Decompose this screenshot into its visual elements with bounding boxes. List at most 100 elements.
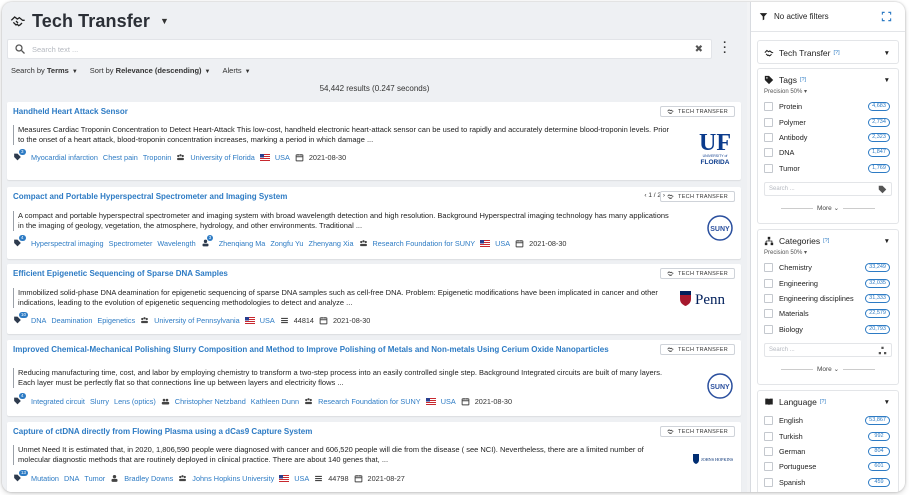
chevron-down-icon[interactable]: ▼ — [884, 77, 890, 84]
organization-link[interactable]: Research Foundation for SUNY — [318, 397, 421, 406]
facet-item[interactable]: Spanish 459 — [758, 475, 898, 490]
checkbox[interactable] — [764, 132, 773, 142]
checkbox[interactable] — [764, 462, 773, 472]
checkbox[interactable] — [764, 446, 773, 456]
chevron-left-icon[interactable]: ‹ — [644, 192, 646, 199]
facet-item[interactable]: Polymer 2,734 — [758, 114, 898, 129]
checkbox[interactable] — [764, 263, 773, 273]
chevron-down-icon[interactable]: ▼ — [884, 238, 890, 245]
checkbox[interactable] — [764, 309, 773, 319]
page-title[interactable]: Tech Transfer — [32, 11, 150, 32]
checkbox[interactable] — [764, 416, 773, 426]
checkbox[interactable] — [764, 431, 773, 441]
result-title[interactable]: Improved Chemical-Mechanical Polishing S… — [13, 345, 613, 355]
result-title[interactable]: Compact and Portable Hyperspectral Spect… — [13, 192, 613, 202]
person-link[interactable]: Zhenqiang Ma — [219, 239, 266, 248]
result-description: Reducing manufacturing time, cost, and l… — [13, 368, 673, 388]
person-link[interactable]: Zhenyang Xia — [308, 239, 353, 248]
checkbox[interactable] — [764, 102, 773, 112]
person-link[interactable]: Christopher Netzband — [175, 397, 246, 406]
precision-dropdown[interactable]: Precision 50% ▾ — [758, 249, 898, 256]
more-options-icon[interactable]: · · · — [721, 38, 729, 59]
tag-link[interactable]: Troponin — [143, 153, 172, 162]
facet-item[interactable]: English 53,867 — [758, 413, 898, 428]
facet-item[interactable]: Chemistry 33,249 — [758, 260, 898, 275]
facet-item[interactable]: Materials 22,579 — [758, 306, 898, 321]
chevron-down-icon[interactable]: ▼ — [884, 50, 890, 57]
more-button[interactable]: More ⌄ — [758, 204, 898, 212]
help-link[interactable]: [?] — [834, 50, 840, 56]
count-badge: 601 — [868, 462, 890, 472]
facet-item[interactable]: Engineering 32,035 — [758, 275, 898, 290]
tag-link[interactable]: Deamination — [51, 316, 92, 325]
country-link[interactable]: USA — [441, 397, 456, 406]
checkbox[interactable] — [764, 278, 773, 288]
tag-link[interactable]: Spectrometer — [109, 239, 153, 248]
precision-dropdown[interactable]: Precision 50% ▾ — [758, 88, 898, 95]
organization-link[interactable]: Johns Hopkins University — [192, 474, 274, 483]
help-link[interactable]: [?] — [800, 77, 806, 83]
facet-item[interactable]: Turkish 992 — [758, 428, 898, 443]
checkbox[interactable] — [764, 324, 773, 334]
tag-link[interactable]: Integrated circuit — [31, 397, 85, 406]
organization-link[interactable]: University of Pennsylvania — [154, 316, 240, 325]
search-by-dropdown[interactable]: Search by Terms ▼ — [11, 66, 78, 75]
chevron-down-icon[interactable]: ▼ — [884, 399, 890, 406]
tag-link[interactable]: Myocardial infarction — [31, 153, 98, 162]
country-link[interactable]: USA — [275, 153, 290, 162]
tag-link[interactable]: Slurry — [90, 397, 109, 406]
person-link[interactable]: Kathleen Dunn — [251, 397, 299, 406]
tag-link[interactable]: Lens (optics) — [114, 397, 156, 406]
expand-icon[interactable] — [881, 11, 892, 22]
tag-link[interactable]: Epigenetics — [97, 316, 135, 325]
facet-item[interactable]: DNA 1,847 — [758, 145, 898, 160]
source-filter[interactable]: Tech Transfer [?] ▼ — [757, 40, 899, 64]
tag-link[interactable]: Wavelength — [157, 239, 195, 248]
tag-icon — [878, 185, 887, 194]
calendar-icon — [295, 153, 304, 161]
sort-by-dropdown[interactable]: Sort by Relevance (descending) ▼ — [90, 66, 211, 75]
checkbox[interactable] — [764, 477, 773, 487]
more-button[interactable]: More ⌄ — [758, 365, 898, 373]
tag-link[interactable]: DNA — [31, 316, 46, 325]
facet-item[interactable]: Biology 20,793 — [758, 322, 898, 337]
clear-icon[interactable]: ✖ — [695, 44, 703, 55]
alerts-dropdown[interactable]: Alerts ▼ — [222, 66, 250, 75]
result-title[interactable]: Capture of ctDNA directly from Flowing P… — [13, 427, 613, 437]
tags-search-input[interactable]: Search ... — [764, 181, 892, 196]
count-badge: 2,734 — [868, 117, 890, 127]
facet-item[interactable]: Antibody 2,323 — [758, 130, 898, 145]
facet-item[interactable]: Tumor 1,769 — [758, 161, 898, 176]
tag-link[interactable]: Hyperspectral imaging — [31, 239, 104, 248]
facet-item[interactable]: German 804 — [758, 444, 898, 459]
checkbox[interactable] — [764, 163, 773, 173]
checkbox[interactable] — [764, 293, 773, 303]
organization-link[interactable]: Research Foundation for SUNY — [373, 239, 476, 248]
checkbox[interactable] — [764, 148, 773, 158]
tag-link[interactable]: Mutation — [31, 474, 59, 483]
count-badge: 992 — [868, 431, 890, 441]
organization-link[interactable]: University of Florida — [190, 153, 254, 162]
search-bar[interactable]: Search text ... ✖ — [7, 39, 712, 59]
search-input[interactable]: Search text ... — [32, 45, 695, 54]
facet-item[interactable]: Portuguese 601 — [758, 459, 898, 474]
country-link[interactable]: USA — [495, 239, 510, 248]
country-link[interactable]: USA — [294, 474, 309, 483]
categories-search-input[interactable]: Search ... — [764, 342, 892, 357]
help-link[interactable]: [?] — [820, 399, 826, 405]
result-meta: 3 Myocardial infarction Chest pain Tropo… — [13, 149, 346, 162]
tag-link[interactable]: Tumor — [84, 474, 105, 483]
tag-link[interactable]: Chest pain — [103, 153, 138, 162]
person-link[interactable]: Bradley Downs — [124, 474, 173, 483]
facet-item[interactable]: Protein 4,683 — [758, 99, 898, 114]
result-title[interactable]: Handheld Heart Attack Sensor — [13, 107, 613, 117]
chevron-down-icon[interactable]: ▼ — [160, 16, 169, 26]
person-link[interactable]: Zongfu Yu — [270, 239, 303, 248]
facet-item[interactable]: Engineering disciplines 31,333 — [758, 291, 898, 306]
checkbox[interactable] — [764, 117, 773, 127]
help-link[interactable]: [?] — [823, 238, 829, 244]
tag-link[interactable]: DNA — [64, 474, 79, 483]
country-link[interactable]: USA — [260, 316, 275, 325]
result-title[interactable]: Efficient Epigenetic Sequencing of Spars… — [13, 269, 613, 279]
tags-icon: 13 — [13, 470, 29, 483]
